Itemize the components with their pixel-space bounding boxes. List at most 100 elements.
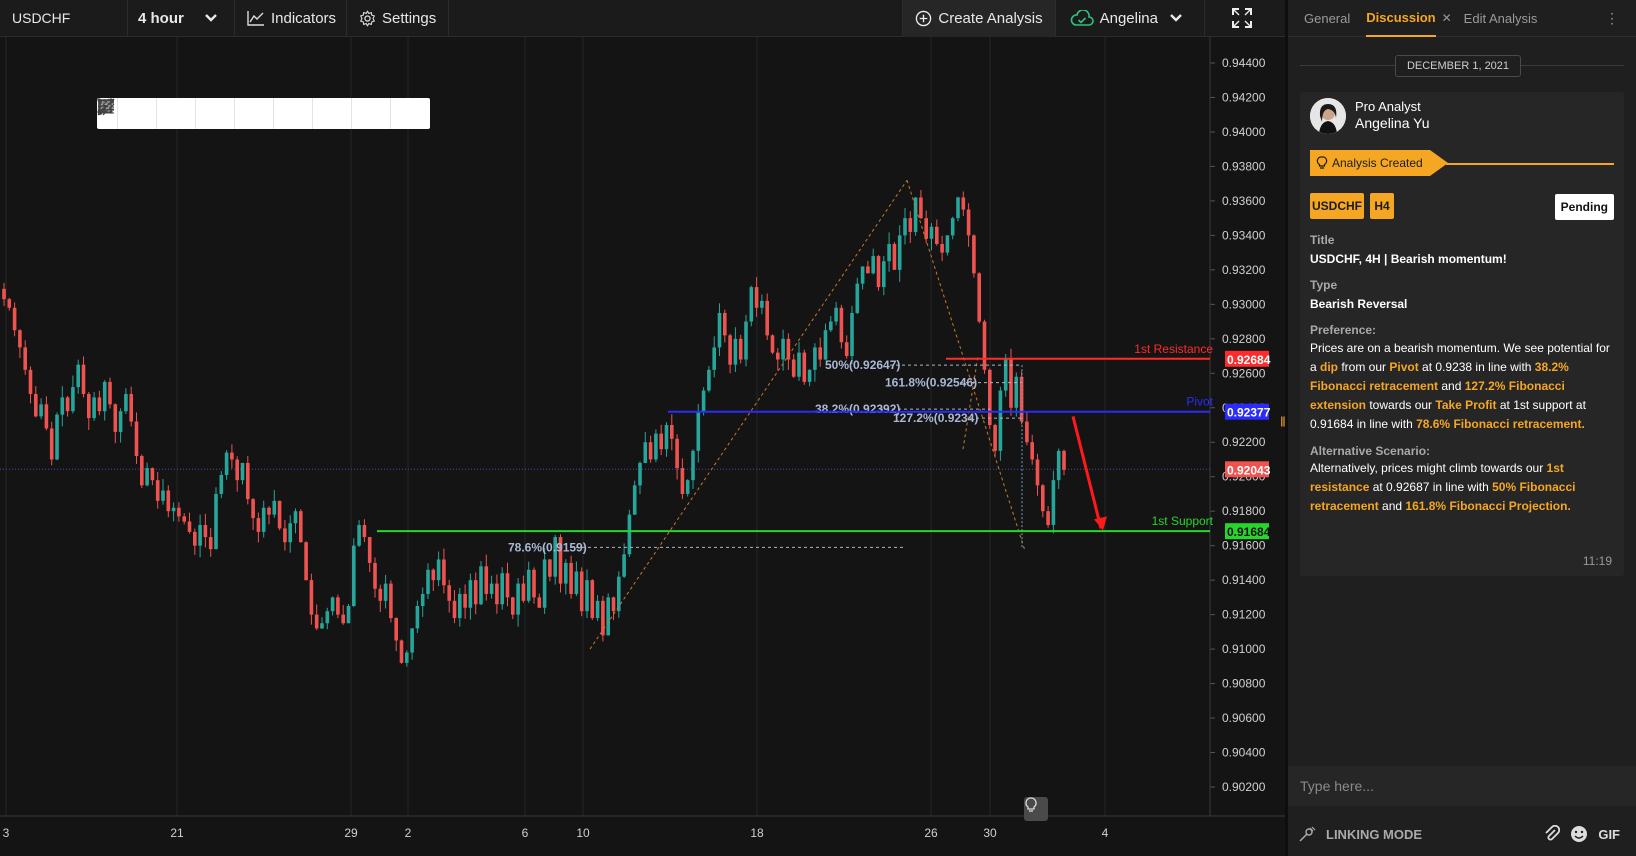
interval-dropdown[interactable]: 4 hour bbox=[128, 0, 235, 37]
x-tick-label: 30 bbox=[983, 826, 997, 840]
fib-retracement-tool-icon[interactable] bbox=[98, 98, 352, 129]
trend-line-tool-icon[interactable] bbox=[98, 98, 235, 129]
candle-body bbox=[738, 338, 743, 360]
app-root: USDCHF 4 hour Indicators Settings Create… bbox=[0, 0, 1636, 856]
candle-body bbox=[993, 425, 997, 451]
candle-body bbox=[776, 352, 780, 360]
interval-label: 4 hour bbox=[138, 9, 184, 27]
candle-body bbox=[7, 299, 12, 308]
candle-body bbox=[288, 523, 292, 543]
price-line-name: 1st Support bbox=[1152, 514, 1214, 528]
candle-body bbox=[1051, 480, 1056, 525]
candle-body bbox=[744, 321, 748, 360]
x-tick-label: 3 bbox=[3, 826, 10, 840]
candle-body bbox=[1030, 442, 1034, 460]
fibonacci-leg bbox=[962, 355, 979, 450]
close-tab-icon[interactable]: ✕ bbox=[1442, 11, 1452, 25]
alt-text-1: Alternatively, prices might climb toward… bbox=[1310, 461, 1547, 475]
horizontal-ray-tool-icon[interactable] bbox=[98, 98, 196, 129]
candle-body bbox=[246, 462, 250, 500]
symbol-selector[interactable]: USDCHF bbox=[0, 0, 128, 37]
candle-body bbox=[601, 600, 605, 636]
candle-body bbox=[1009, 359, 1013, 408]
ray-tool-icon[interactable] bbox=[98, 98, 274, 129]
candle-body bbox=[468, 580, 473, 608]
candle-body bbox=[2, 288, 6, 300]
alt-highlight-3: 161.8% Fibonacci Projection. bbox=[1405, 499, 1571, 513]
candle-body bbox=[590, 580, 595, 619]
candle-body bbox=[155, 480, 160, 501]
parallel-channel-tool-icon[interactable] bbox=[97, 98, 391, 129]
rectangle-tool-icon[interactable] bbox=[97, 98, 430, 129]
candle-body bbox=[1041, 485, 1045, 512]
candle-body bbox=[1014, 376, 1019, 408]
chart-canvas[interactable]: 3 21 29 2 6 10 18 26 30 40.944000.942000.940000.9… bbox=[0, 37, 1285, 856]
indicators-button[interactable]: Indicators bbox=[235, 0, 348, 37]
candle-body bbox=[1046, 511, 1050, 525]
candle-body bbox=[723, 312, 727, 336]
y-tick-label: 0.92800 bbox=[1222, 332, 1266, 346]
candle-body bbox=[786, 338, 791, 360]
bearish-arrow-shaft bbox=[1071, 416, 1103, 529]
candle-body bbox=[606, 597, 610, 636]
candle-body bbox=[765, 300, 769, 336]
emoji-icon[interactable] bbox=[1570, 825, 1588, 843]
pref-text-5: towards our bbox=[1366, 398, 1436, 412]
fullscreen-button[interactable] bbox=[1205, 0, 1285, 37]
candle-body bbox=[617, 576, 621, 612]
candle-body bbox=[118, 411, 123, 432]
candle-body bbox=[431, 569, 436, 581]
candle-body bbox=[908, 218, 913, 232]
candle-body bbox=[373, 562, 377, 589]
candle-body bbox=[261, 507, 266, 532]
settings-button[interactable]: Settings bbox=[347, 0, 450, 37]
gif-button[interactable]: GIF bbox=[1598, 827, 1620, 842]
paperclip-icon[interactable] bbox=[1544, 825, 1561, 843]
candle-body bbox=[198, 524, 202, 546]
candle-body bbox=[998, 390, 1003, 451]
candle-body bbox=[988, 369, 992, 425]
candle-body bbox=[203, 524, 208, 538]
message-input[interactable]: Type here... bbox=[1288, 766, 1636, 806]
candle-body bbox=[749, 287, 754, 322]
price-line-value: 0.91684 bbox=[1227, 525, 1271, 539]
price-line-value: 0.92377 bbox=[1227, 406, 1271, 420]
title-label: Title bbox=[1310, 233, 1335, 247]
candle-body bbox=[436, 559, 441, 581]
candle-body bbox=[866, 266, 870, 274]
create-analysis-button[interactable]: Create Analysis bbox=[903, 0, 1056, 37]
candle-body bbox=[664, 425, 669, 450]
linking-mode-label[interactable]: LINKING MODE bbox=[1326, 827, 1422, 842]
candle-body bbox=[579, 571, 584, 612]
candle-body bbox=[240, 462, 245, 481]
candle-body bbox=[12, 307, 17, 331]
tab-general[interactable]: General bbox=[1304, 11, 1350, 26]
candle-body bbox=[675, 438, 679, 469]
candle-body bbox=[60, 397, 65, 415]
horizontal-lines-tool-icon[interactable] bbox=[98, 98, 157, 129]
more-menu-icon[interactable]: ⋮ bbox=[1605, 10, 1619, 27]
indicators-label: Indicators bbox=[271, 9, 337, 27]
price-chart[interactable]: 3 21 29 2 6 10 18 26 30 4 0.94400 0.94200 0.94000 0.9… bbox=[0, 37, 1285, 856]
chevron-down-icon bbox=[1170, 14, 1182, 22]
y-tick-label: 0.90800 bbox=[1222, 677, 1266, 691]
author-role: Pro Analyst bbox=[1355, 99, 1421, 114]
candle-body bbox=[283, 528, 287, 543]
x-tick-label: 4 bbox=[1102, 826, 1109, 840]
link-tool-icon[interactable] bbox=[1298, 825, 1318, 843]
lightbulb-button[interactable] bbox=[1024, 797, 1048, 821]
candle-body bbox=[304, 542, 308, 581]
extended-line-tool-icon[interactable] bbox=[97, 98, 313, 129]
y-tick-label: 0.90400 bbox=[1222, 746, 1266, 760]
author-name: Angelina Yu bbox=[1355, 115, 1430, 131]
candle-body bbox=[34, 393, 38, 417]
candle-body bbox=[770, 335, 775, 353]
candle-body bbox=[108, 381, 112, 405]
tab-discussion[interactable]: Discussion bbox=[1366, 0, 1436, 37]
tab-edit-analysis[interactable]: Edit Analysis bbox=[1464, 11, 1538, 26]
user-menu[interactable]: Angelina bbox=[1056, 0, 1205, 37]
candle-body bbox=[611, 597, 616, 612]
price-line-name: 1st Resistance bbox=[1134, 342, 1213, 356]
candle-body bbox=[129, 393, 133, 422]
x-tick-label: 2 bbox=[405, 826, 412, 840]
